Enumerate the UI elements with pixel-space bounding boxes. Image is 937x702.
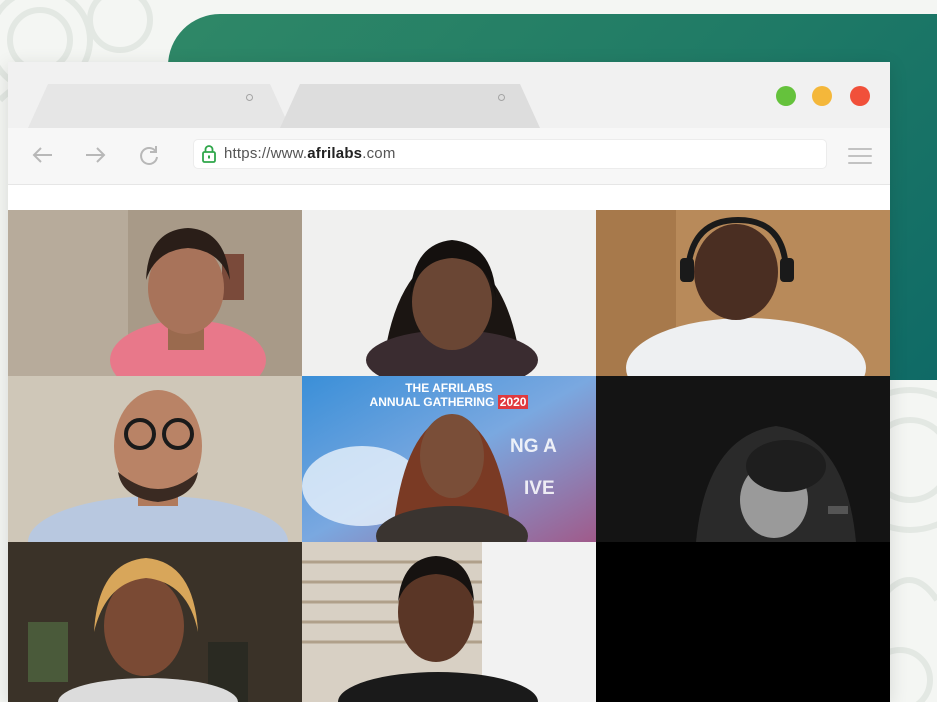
maximize-button[interactable] xyxy=(812,86,832,106)
participant-video-7 xyxy=(8,542,302,702)
url-text: https://www.afrilabs.com xyxy=(224,145,396,162)
close-button[interactable] xyxy=(850,86,870,106)
participant-tile-2[interactable] xyxy=(302,210,596,376)
url-suffix: .com xyxy=(362,145,396,162)
lock-icon xyxy=(202,145,216,163)
browser-window: https://www.afrilabs.com THE AFRILABS AN… xyxy=(8,62,890,702)
participant-video-8 xyxy=(302,542,596,702)
participant-video-2 xyxy=(302,210,596,376)
participant-tile-4[interactable] xyxy=(8,376,302,542)
event-banner: THE AFRILABS ANNUAL GATHERING 2020 xyxy=(302,376,596,409)
forward-arrow-icon[interactable] xyxy=(80,140,110,170)
address-bar: https://www.afrilabs.com xyxy=(8,128,890,185)
url-domain: afrilabs xyxy=(307,145,363,162)
tab-2[interactable] xyxy=(498,94,505,101)
participant-tile-3[interactable] xyxy=(596,210,890,376)
reload-icon[interactable] xyxy=(134,140,164,170)
participant-tile-8[interactable] xyxy=(302,542,596,702)
participant-tile-6[interactable] xyxy=(596,376,890,542)
participant-video-3 xyxy=(596,210,890,376)
minimize-button[interactable] xyxy=(776,86,796,106)
participant-tile-1[interactable] xyxy=(8,210,302,376)
back-arrow-icon[interactable] xyxy=(28,140,58,170)
video-call-grid: THE AFRILABS ANNUAL GATHERING 2020 NG A … xyxy=(8,210,890,702)
participant-video-1 xyxy=(8,210,302,376)
backdrop-text-1: NG A xyxy=(510,436,557,457)
tab-1[interactable] xyxy=(246,94,253,101)
menu-icon[interactable] xyxy=(848,148,872,164)
banner-year: 2020 xyxy=(497,395,529,409)
url-prefix: https://www. xyxy=(224,145,308,162)
backdrop-text-2: IVE xyxy=(524,478,555,499)
url-field[interactable]: https://www.afrilabs.com xyxy=(194,140,826,168)
banner-line-2: ANNUAL GATHERING xyxy=(369,395,495,409)
tabs-shape xyxy=(28,84,540,128)
participant-video-4 xyxy=(8,376,302,542)
empty-tile xyxy=(596,542,890,702)
tab-bar xyxy=(8,62,890,128)
banner-line-1: THE AFRILABS xyxy=(405,381,493,395)
participant-tile-5-speaker[interactable]: THE AFRILABS ANNUAL GATHERING 2020 NG A … xyxy=(302,376,596,542)
participant-video-6 xyxy=(596,376,890,542)
participant-tile-7[interactable] xyxy=(8,542,302,702)
